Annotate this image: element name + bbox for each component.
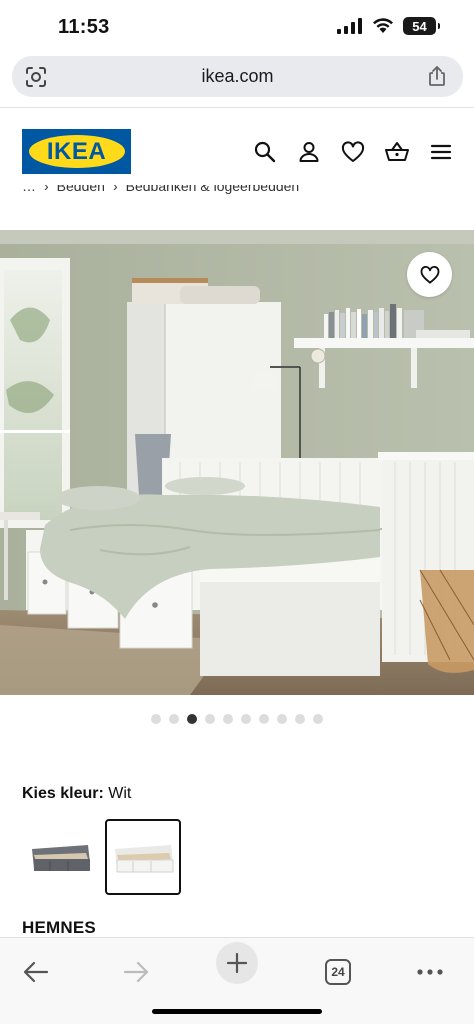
heart-icon[interactable] bbox=[340, 139, 366, 165]
carousel-dot[interactable] bbox=[223, 714, 233, 724]
account-icon[interactable] bbox=[296, 139, 322, 165]
carousel-dot[interactable] bbox=[241, 714, 251, 724]
new-tab-button[interactable] bbox=[216, 942, 258, 984]
status-bar: 11:53 54 bbox=[0, 0, 474, 54]
color-label: Kies kleur: Wit bbox=[22, 785, 131, 803]
battery-indicator: 54 bbox=[403, 17, 440, 35]
chevron-right-icon: › bbox=[44, 185, 49, 194]
carousel-dot[interactable] bbox=[169, 714, 179, 724]
wifi-icon bbox=[373, 18, 393, 33]
product-image[interactable] bbox=[0, 230, 474, 695]
search-icon[interactable] bbox=[252, 139, 278, 165]
carousel-dot[interactable] bbox=[295, 714, 305, 724]
divider bbox=[0, 107, 474, 108]
carousel-dot[interactable] bbox=[277, 714, 287, 724]
carousel-dot[interactable] bbox=[313, 714, 323, 724]
share-icon[interactable] bbox=[425, 64, 449, 88]
carousel-dot[interactable] bbox=[151, 714, 161, 724]
menu-icon[interactable] bbox=[428, 139, 454, 165]
white-daybed-thumbnail bbox=[115, 845, 174, 873]
url-text: ikea.com bbox=[201, 66, 274, 86]
color-swatch-grey[interactable] bbox=[22, 819, 98, 895]
carousel-dots bbox=[0, 714, 474, 724]
more-dots-icon bbox=[417, 969, 443, 975]
status-icons: 54 bbox=[337, 17, 440, 35]
browser-page: 11:53 54 ikea.com IKEA … › Bedden › Bedb… bbox=[0, 0, 474, 1024]
basket-icon[interactable] bbox=[384, 139, 410, 165]
breadcrumb-item[interactable]: Bedbanken & logeerbedden bbox=[126, 185, 300, 194]
address-bar[interactable]: ikea.com bbox=[12, 56, 463, 97]
carousel-dot[interactable] bbox=[259, 714, 269, 724]
back-button[interactable] bbox=[14, 948, 58, 996]
wishlist-button[interactable] bbox=[407, 252, 452, 297]
color-swatch-white[interactable] bbox=[105, 819, 181, 895]
breadcrumb-item[interactable]: … bbox=[22, 185, 36, 194]
product-name: HEMNES bbox=[22, 918, 96, 937]
signal-icon bbox=[337, 18, 362, 34]
arrow-left-icon bbox=[23, 961, 49, 983]
color-label-prefix: Kies kleur: bbox=[22, 785, 104, 802]
tab-count: 24 bbox=[325, 959, 351, 985]
more-button[interactable] bbox=[410, 948, 450, 996]
breadcrumb-item[interactable]: Bedden bbox=[57, 185, 105, 194]
selected-color: Wit bbox=[108, 785, 132, 802]
logo-oval: IKEA bbox=[28, 135, 125, 168]
carousel-dot[interactable] bbox=[205, 714, 215, 724]
arrow-right-icon bbox=[123, 961, 149, 983]
logo-text: IKEA bbox=[46, 137, 107, 165]
breadcrumb: … › Bedden › Bedbanken & logeerbedden bbox=[22, 185, 299, 199]
plus-icon bbox=[226, 952, 248, 974]
ikea-logo[interactable]: IKEA bbox=[22, 129, 131, 174]
heart-icon bbox=[420, 265, 439, 284]
chevron-right-icon: › bbox=[112, 185, 118, 194]
home-indicator bbox=[152, 1009, 322, 1014]
tabs-button[interactable]: 24 bbox=[322, 948, 354, 996]
header-actions bbox=[252, 139, 454, 165]
forward-button[interactable] bbox=[114, 948, 158, 996]
carousel-dot[interactable] bbox=[187, 714, 197, 724]
status-time: 11:53 bbox=[58, 16, 110, 38]
grey-daybed-thumbnail bbox=[32, 845, 90, 871]
